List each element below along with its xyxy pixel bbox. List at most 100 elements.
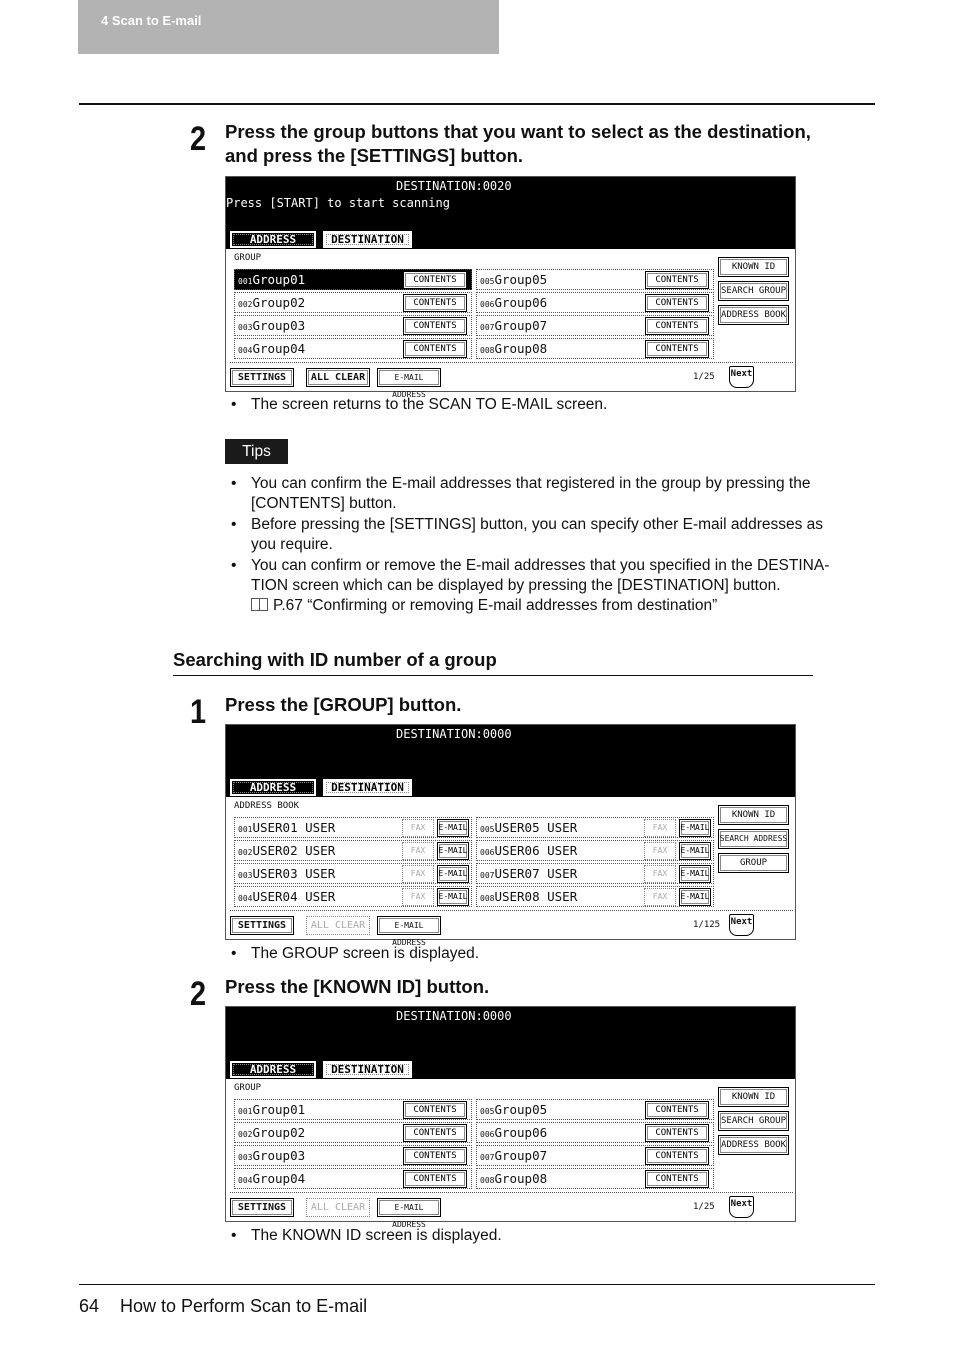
fax-button[interactable]: FAX (644, 865, 676, 883)
email-button[interactable]: E-MAIL (437, 842, 469, 860)
contents-button[interactable]: CONTENTS (403, 1170, 467, 1188)
email-button[interactable]: E-MAIL (679, 865, 711, 883)
divider (230, 362, 793, 363)
contents-button[interactable]: CONTENTS (645, 317, 709, 335)
address-book-button[interactable]: ADDRESS BOOK (718, 1135, 789, 1155)
group-row[interactable]: 004Group04 CONTENTS (234, 338, 472, 359)
address-row[interactable]: 006USER06 USER FAX E-MAIL (476, 840, 714, 861)
group-row[interactable]: 007Group07 CONTENTS (476, 315, 714, 336)
entry-name: Group02 (252, 1125, 306, 1140)
email-button[interactable]: E-MAIL (437, 888, 469, 906)
entry-id: 003 (238, 323, 253, 332)
address-row[interactable]: 008USER08 USER FAX E-MAIL (476, 886, 714, 907)
address-row[interactable]: 005USER05 USER FAX E-MAIL (476, 817, 714, 838)
all-clear-button[interactable]: ALL CLEAR (306, 1198, 370, 1217)
result-note: The GROUP screen is displayed. (231, 945, 479, 963)
list-label: ADDRESS BOOK (234, 801, 300, 811)
contents-button[interactable]: CONTENTS (645, 1101, 709, 1119)
next-button[interactable]: Next (729, 914, 754, 936)
tab-address[interactable]: ADDRESS (230, 1061, 316, 1078)
entry-id: 008 (480, 894, 495, 903)
address-row[interactable]: 007USER07 USER FAX E-MAIL (476, 863, 714, 884)
group-row[interactable]: 008Group08 CONTENTS (476, 338, 714, 359)
tab-destination[interactable]: DESTINATION (323, 231, 412, 248)
address-row[interactable]: 004USER04 USER FAX E-MAIL (234, 886, 472, 907)
contents-button[interactable]: CONTENTS (403, 294, 467, 312)
email-button[interactable]: E-MAIL (437, 819, 469, 837)
email-address-button[interactable]: E-MAIL ADDRESS (377, 1198, 441, 1229)
fax-button[interactable]: FAX (402, 888, 434, 906)
contents-button[interactable]: CONTENTS (403, 1147, 467, 1165)
section-heading: Searching with ID number of a group (173, 649, 497, 670)
group-row[interactable]: 001Group01 CONTENTS (234, 1099, 472, 1120)
reference-link[interactable]: P.67 “Confirming or removing E-mail addr… (273, 597, 717, 614)
contents-button[interactable]: CONTENTS (645, 1170, 709, 1188)
group-row[interactable]: 006Group06 CONTENTS (476, 292, 714, 313)
all-clear-button[interactable]: ALL CLEAR (306, 368, 370, 387)
fax-button[interactable]: FAX (644, 888, 676, 906)
entry-name: Group08 (494, 1171, 548, 1186)
group-row[interactable]: 002Group02 CONTENTS (234, 1122, 472, 1143)
email-button[interactable]: E-MAIL (679, 819, 711, 837)
address-row[interactable]: 003USER03 USER FAX E-MAIL (234, 863, 472, 884)
settings-button[interactable]: SETTINGS (230, 916, 294, 935)
entry-name: Group03 (252, 1148, 306, 1163)
settings-button[interactable]: SETTINGS (230, 1198, 294, 1217)
group-row[interactable]: 007Group07 CONTENTS (476, 1145, 714, 1166)
contents-button[interactable]: CONTENTS (645, 271, 709, 289)
email-button[interactable]: E-MAIL (679, 842, 711, 860)
address-book-button[interactable]: ADDRESS BOOK (718, 305, 789, 325)
email-address-button[interactable]: E-MAIL ADDRESS (377, 368, 441, 399)
page-reference[interactable]: P.67 “Confirming or removing E-mail addr… (231, 596, 881, 616)
address-row[interactable]: 001USER01 USER FAX E-MAIL (234, 817, 472, 838)
contents-button[interactable]: CONTENTS (403, 1124, 467, 1142)
contents-button[interactable]: CONTENTS (403, 317, 467, 335)
group-row[interactable]: 005Group05 CONTENTS (476, 269, 714, 290)
contents-button[interactable]: CONTENTS (645, 294, 709, 312)
contents-button[interactable]: CONTENTS (645, 1147, 709, 1165)
entry-name: USER05 USER (494, 820, 578, 835)
contents-button[interactable]: CONTENTS (645, 1124, 709, 1142)
fax-button[interactable]: FAX (644, 842, 676, 860)
entry-name: USER04 USER (252, 889, 336, 904)
group-row[interactable]: 002Group02 CONTENTS (234, 292, 472, 313)
group-row[interactable]: 003Group03 CONTENTS (234, 1145, 472, 1166)
entry-id: 003 (238, 871, 253, 880)
group-row[interactable]: 005Group05 CONTENTS (476, 1099, 714, 1120)
fax-button[interactable]: FAX (402, 819, 434, 837)
tab-destination[interactable]: DESTINATION (323, 1061, 412, 1078)
group-row[interactable]: 001Group01 CONTENTS (234, 269, 472, 290)
group-row[interactable]: 004Group04 CONTENTS (234, 1168, 472, 1189)
group-row[interactable]: 008Group08 CONTENTS (476, 1168, 714, 1189)
fax-button[interactable]: FAX (402, 865, 434, 883)
known-id-button[interactable]: KNOWN ID (718, 257, 789, 277)
search-group-button[interactable]: SEARCH GROUP (718, 1111, 789, 1131)
email-button[interactable]: E-MAIL (679, 888, 711, 906)
tab-address[interactable]: ADDRESS (230, 231, 316, 248)
contents-button[interactable]: CONTENTS (645, 340, 709, 358)
email-button[interactable]: E-MAIL (437, 865, 469, 883)
tab-address[interactable]: ADDRESS (230, 779, 316, 796)
tip-item: You can confirm or remove the E-mail add… (231, 556, 881, 597)
email-address-button[interactable]: E-MAIL ADDRESS (377, 916, 441, 947)
group-row[interactable]: 006Group06 CONTENTS (476, 1122, 714, 1143)
address-row[interactable]: 002USER02 USER FAX E-MAIL (234, 840, 472, 861)
fax-button[interactable]: FAX (402, 842, 434, 860)
group-button[interactable]: GROUP (718, 853, 789, 873)
settings-button[interactable]: SETTINGS (230, 368, 294, 387)
contents-button[interactable]: CONTENTS (403, 271, 467, 289)
all-clear-button[interactable]: ALL CLEAR (306, 916, 370, 935)
contents-button[interactable]: CONTENTS (403, 1101, 467, 1119)
entry-name: Group01 (252, 1102, 306, 1117)
known-id-button[interactable]: KNOWN ID (718, 1087, 789, 1107)
known-id-button[interactable]: KNOWN ID (718, 805, 789, 825)
contents-button[interactable]: CONTENTS (403, 340, 467, 358)
chapter-tab: 4 Scan to E-mail (78, 0, 499, 54)
tab-destination[interactable]: DESTINATION (323, 779, 412, 796)
group-row[interactable]: 003Group03 CONTENTS (234, 315, 472, 336)
search-group-button[interactable]: SEARCH GROUP (718, 281, 789, 301)
next-button[interactable]: Next (729, 366, 754, 388)
fax-button[interactable]: FAX (644, 819, 676, 837)
next-button[interactable]: Next (729, 1196, 754, 1218)
search-address-button[interactable]: SEARCH ADDRESS (718, 829, 789, 849)
